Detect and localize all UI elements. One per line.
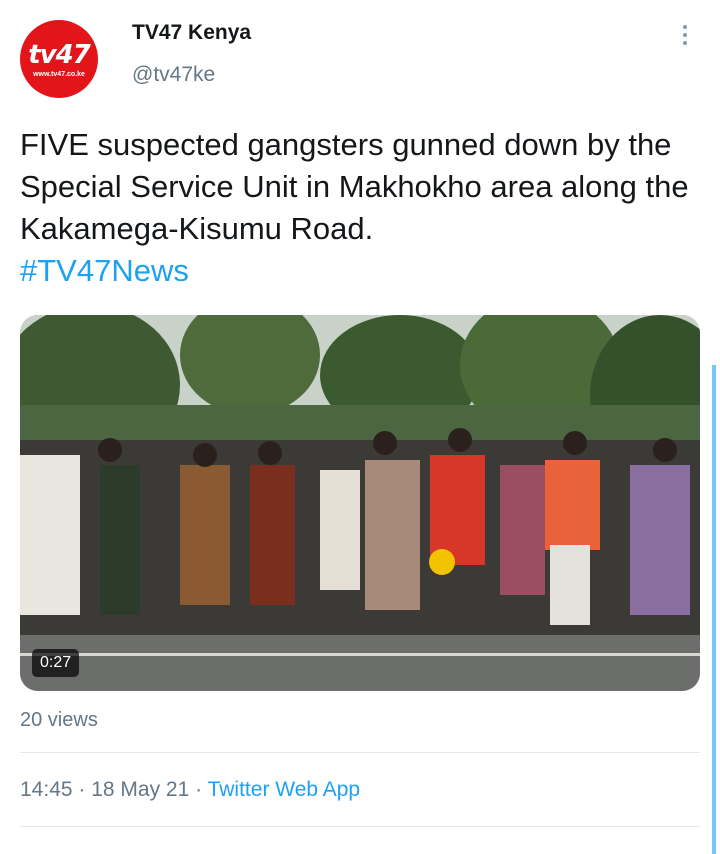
scrollbar[interactable]: [712, 365, 716, 854]
tweet-meta: 14:45 · 18 May 21 · Twitter Web App: [20, 778, 360, 802]
author-display-name[interactable]: TV47 Kenya: [132, 21, 251, 45]
avatar[interactable]: tv47 www.tv47.co.ke: [20, 20, 98, 98]
avatar-logo-text: tv47: [28, 40, 91, 70]
video-player[interactable]: 0:27: [20, 315, 700, 691]
avatar-logo-url: www.tv47.co.ke: [33, 71, 85, 78]
more-vertical-icon-dot: [683, 33, 687, 37]
more-options-button[interactable]: [670, 20, 700, 50]
more-vertical-icon-dot: [683, 41, 687, 45]
video-thumbnail: [20, 315, 700, 691]
video-duration: 0:27: [32, 649, 80, 677]
tweet-body: FIVE suspected gangsters gunned down by …: [20, 124, 700, 292]
meta-separator: ·: [72, 778, 92, 801]
meta-separator: ·: [189, 778, 208, 801]
tweet-date[interactable]: 18 May 21: [91, 778, 189, 801]
view-count: 20 views: [20, 709, 98, 731]
tweet-header: tv47 www.tv47.co.ke TV47 Kenya @tv47ke: [0, 0, 720, 110]
hashtag-link[interactable]: #TV47News: [20, 250, 700, 292]
tweet-time[interactable]: 14:45: [20, 778, 73, 801]
tweet-text: FIVE suspected gangsters gunned down by …: [20, 127, 689, 246]
divider: [20, 752, 700, 753]
divider: [20, 826, 700, 827]
tweet-source-link[interactable]: Twitter Web App: [208, 778, 361, 801]
author-handle[interactable]: @tv47ke: [132, 63, 215, 87]
more-vertical-icon: [683, 25, 687, 29]
